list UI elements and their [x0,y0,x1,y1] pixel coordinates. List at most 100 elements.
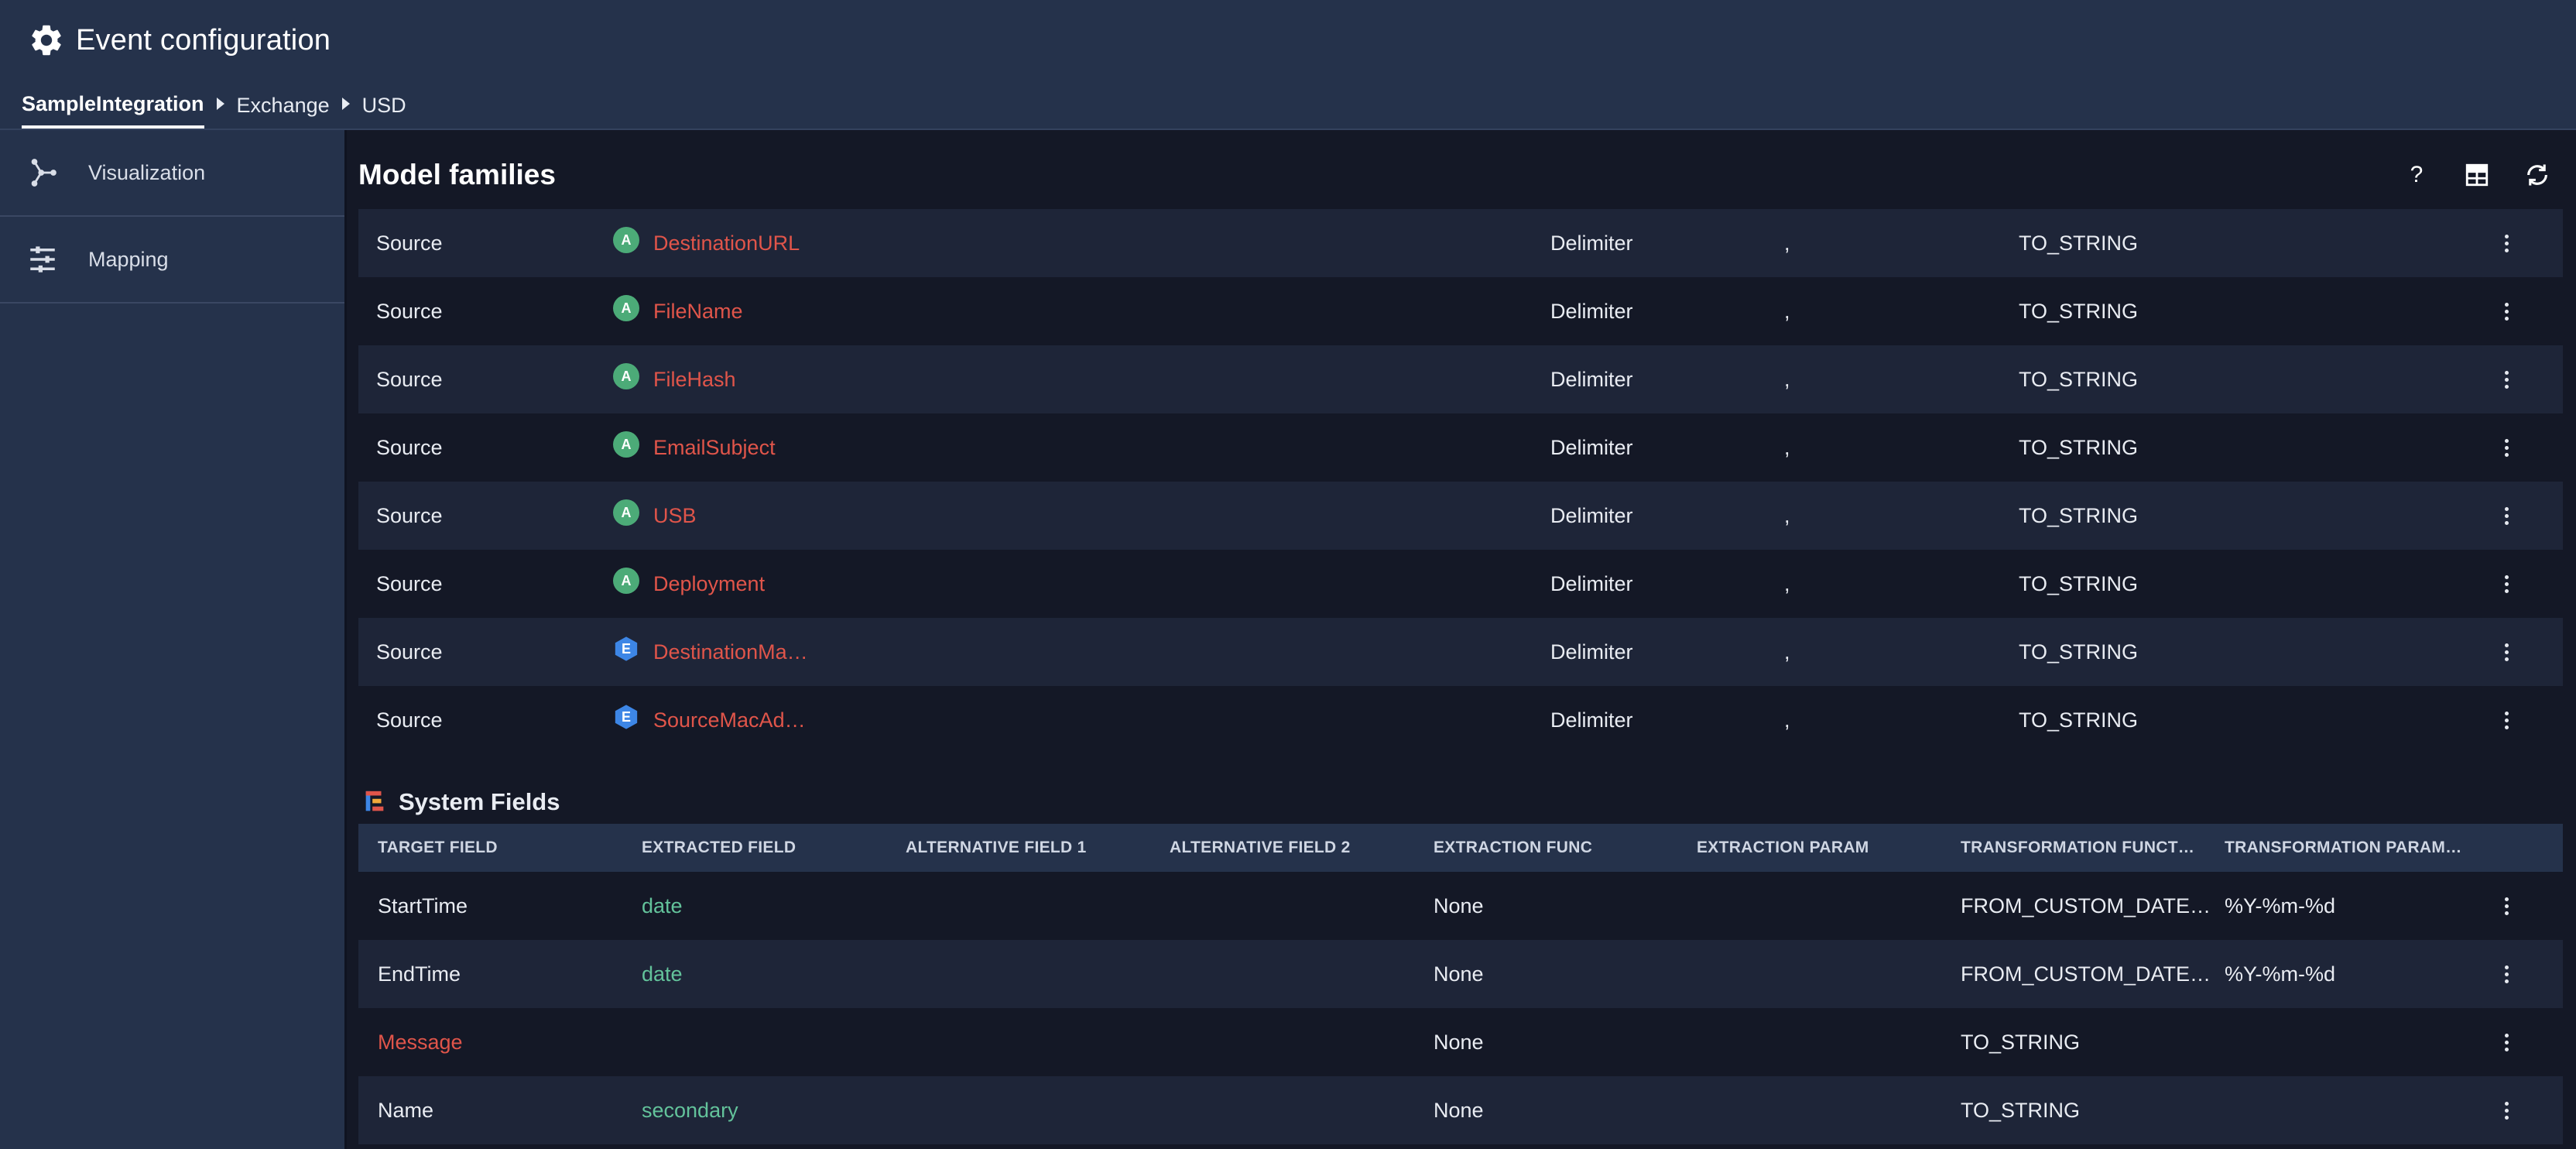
type-cell: Delimiter [1550,503,1633,527]
kebab-dot [2505,897,2509,901]
model-name-link[interactable]: USB [653,504,697,528]
row-actions [2497,209,2516,277]
row-actions [2497,277,2516,345]
kebab-dot [2505,513,2509,518]
more-menu-button[interactable] [2497,1027,2516,1058]
attribute-badge-icon: A [613,568,639,594]
source-cell: Source [376,367,443,391]
help-button[interactable]: ? [2402,160,2431,190]
type-cell: Delimiter [1550,708,1633,732]
table-row[interactable]: Source A USB Delimiter, TO_STRING [358,482,2563,550]
model-name-link[interactable]: SourceMacAd… [653,708,806,732]
more-menu-button[interactable] [2497,705,2516,736]
table-row[interactable]: Source A DestinationURL Delimiter, TO_STRING [358,209,2563,277]
main-content: Model families ? Source A DestinationURL… [349,130,2576,1149]
model-name-link[interactable]: EmailSubject [653,436,776,460]
system-fields-logo-icon [365,791,384,811]
breadcrumb-item-integration[interactable]: SampleIntegration [22,92,204,129]
attribute-badge-icon: A [613,295,639,321]
sidebar-item-label: Visualization [88,160,206,184]
transformation-func-cell: FROM_CUSTOM_DATE… [1961,962,2211,986]
more-menu-button[interactable] [2497,501,2516,531]
more-menu-button[interactable] [2497,1096,2516,1126]
extraction-func-cell: None [1434,1030,1484,1054]
kebab-dot [2505,316,2509,321]
more-menu-button[interactable] [2497,228,2516,259]
param-cell: , [1784,299,1790,323]
more-menu-button[interactable] [2497,959,2516,990]
function-cell: TO_STRING [2019,367,2139,391]
table-row[interactable]: Name secondary None TO_STRING [358,1076,2563,1144]
model-name-cell: E DestinationMa… [613,618,808,686]
model-name-link[interactable]: Deployment [653,572,765,596]
table-settings-icon [2465,163,2489,187]
system-fields-table: StartTime date None FROM_CUSTOM_DATE… %Y-%m-… [358,872,2563,1144]
more-menu-button[interactable] [2497,569,2516,599]
type-cell: Delimiter [1550,640,1633,664]
row-actions [2497,1076,2516,1144]
column-header[interactable]: TARGET FIELD [378,824,498,872]
kebab-dot [2505,1108,2509,1113]
model-name-link[interactable]: FileHash [653,368,736,392]
chevron-right-icon [216,98,224,110]
table-row[interactable]: StartTime date None FROM_CUSTOM_DATE… %Y-%m-… [358,872,2563,940]
function-cell: TO_STRING [2019,571,2139,595]
sidebar-item-mapping[interactable]: Mapping [0,217,344,304]
refresh-button[interactable] [2523,160,2552,190]
column-header[interactable]: TRANSFORMATION FUNCT… [1961,824,2194,872]
model-name-link[interactable]: DestinationURL [653,232,800,256]
table-row[interactable]: Source E DestinationMa… Delimiter, TO_STRING [358,618,2563,686]
table-row[interactable]: Source E SourceMacAd… Delimiter, TO_STRING [358,686,2563,754]
table-row[interactable]: EndTime date None FROM_CUSTOM_DATE… %Y-%m-%d [358,940,2563,1008]
table-row[interactable]: Source A EmailSubject Delimiter, TO_STRING [358,413,2563,482]
row-actions [2497,940,2516,1008]
table-row[interactable]: Source A Deployment Delimiter, TO_STRING [358,550,2563,618]
sidebar-item-visualization[interactable]: Visualization [0,130,344,217]
more-menu-button[interactable] [2497,891,2516,921]
page-title: Event configuration [28,22,331,59]
system-fields-header: System Fields [363,780,560,824]
param-cell: , [1784,708,1790,732]
refresh-icon [2527,164,2547,186]
kebab-dot [2505,445,2509,450]
breadcrumb-item-usd[interactable]: USD [362,94,406,127]
system-fields-title: System Fields [399,788,560,815]
more-menu-button[interactable] [2497,365,2516,395]
more-menu-button[interactable] [2497,297,2516,327]
table-row[interactable]: Source A FileName Delimiter, TO_STRING [358,277,2563,345]
column-header[interactable]: EXTRACTION FUNC [1434,824,1592,872]
attribute-badge-icon: A [613,431,639,458]
function-cell: TO_STRING [2019,299,2139,323]
kebab-dot [2505,911,2509,915]
table-row[interactable]: Message None TO_STRING [358,1008,2563,1076]
kebab-dot [2505,1101,2509,1106]
column-header[interactable]: EXTRACTION PARAM [1697,824,1869,872]
kebab-dot [2505,979,2509,983]
attribute-badge-icon: A [613,499,639,526]
model-name-link[interactable]: DestinationMa… [653,640,808,664]
source-cell: Source [376,231,443,255]
model-name-cell: A USB [613,482,697,550]
more-menu-button[interactable] [2497,637,2516,667]
column-header[interactable]: ALTERNATIVE FIELD 1 [906,824,1087,872]
kebab-dot [2505,650,2509,654]
source-cell: Source [376,640,443,664]
target-field-cell: Message [378,1030,463,1054]
table-settings-button[interactable] [2462,160,2492,190]
extraction-func-cell: None [1434,1098,1484,1122]
extracted-field-cell: date [642,893,683,917]
column-header[interactable]: ALTERNATIVE FIELD 2 [1170,824,1351,872]
model-name-link[interactable]: FileName [653,300,743,324]
transformation-param-cell: %Y-%m-%d [2225,893,2336,917]
table-row[interactable]: Source A FileHash Delimiter, TO_STRING [358,345,2563,413]
kebab-dot [2505,302,2509,307]
more-menu-button[interactable] [2497,433,2516,463]
extracted-field-cell: date [642,962,683,986]
breadcrumb-item-exchange[interactable]: Exchange [237,94,330,127]
extracted-field-cell: secondary [642,1098,738,1122]
column-header[interactable]: EXTRACTED FIELD [642,824,796,872]
column-header[interactable]: TRANSFORMATION PARAM… [2225,824,2462,872]
entity-badge-icon: E [613,704,639,730]
breadcrumb: SampleIntegration Exchange USD [22,84,406,129]
param-cell: , [1784,571,1790,595]
